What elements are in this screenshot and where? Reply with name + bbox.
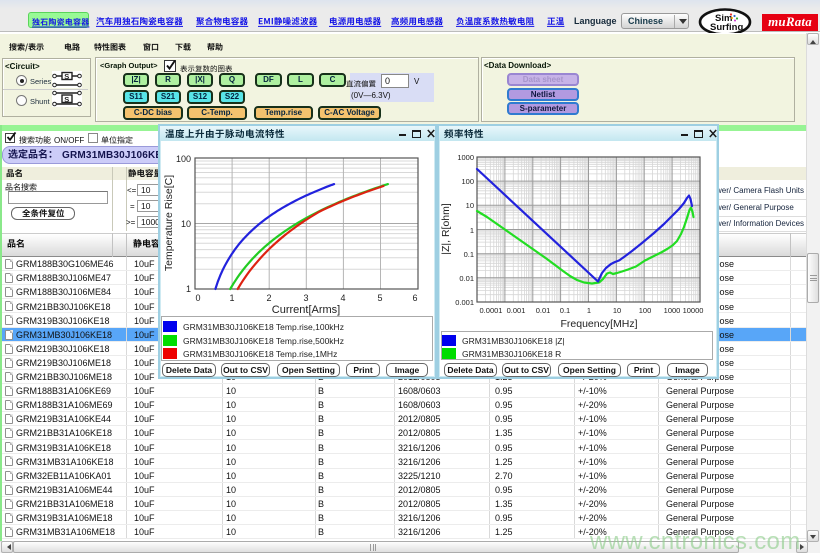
svg-text:10: 10 [181,219,191,229]
svg-text:10: 10 [466,201,474,210]
svg-text:0.0001: 0.0001 [480,306,503,315]
svg-text:2: 2 [266,293,271,303]
svg-text:Current[Arms]: Current[Arms] [272,304,340,316]
svg-text:S: S [64,95,69,104]
svg-text:0.01: 0.01 [536,306,551,315]
svg-text:S: S [64,72,69,81]
svg-text:10000: 10000 [683,306,704,315]
svg-text:3: 3 [303,293,308,303]
svg-text:0.001: 0.001 [455,298,474,307]
svg-text:100: 100 [639,306,652,315]
svg-text:0.01: 0.01 [459,274,474,283]
svg-text:0.1: 0.1 [464,250,474,259]
svg-text:100: 100 [176,154,191,164]
svg-text:4: 4 [340,293,345,303]
svg-text:Frequency[MHz]: Frequency[MHz] [560,318,637,330]
svg-text:1: 1 [470,226,474,235]
svg-text:1: 1 [229,293,234,303]
svg-text:5: 5 [377,293,382,303]
svg-text:1: 1 [186,284,191,294]
svg-text:6: 6 [412,293,417,303]
svg-text:|Z|, R[ohm]: |Z|, R[ohm] [440,203,452,255]
svg-text:0.1: 0.1 [560,306,570,315]
svg-text:Surfing: Surfing [710,22,743,33]
svg-text:1000: 1000 [457,153,474,162]
svg-text:1000: 1000 [664,306,681,315]
svg-text:100: 100 [461,177,474,186]
svg-text:0: 0 [195,293,200,303]
svg-text:0.001: 0.001 [507,306,526,315]
svg-text:10: 10 [613,306,621,315]
svg-text:1: 1 [587,306,591,315]
svg-text:Temperature Rise[C]: Temperature Rise[C] [163,175,175,271]
